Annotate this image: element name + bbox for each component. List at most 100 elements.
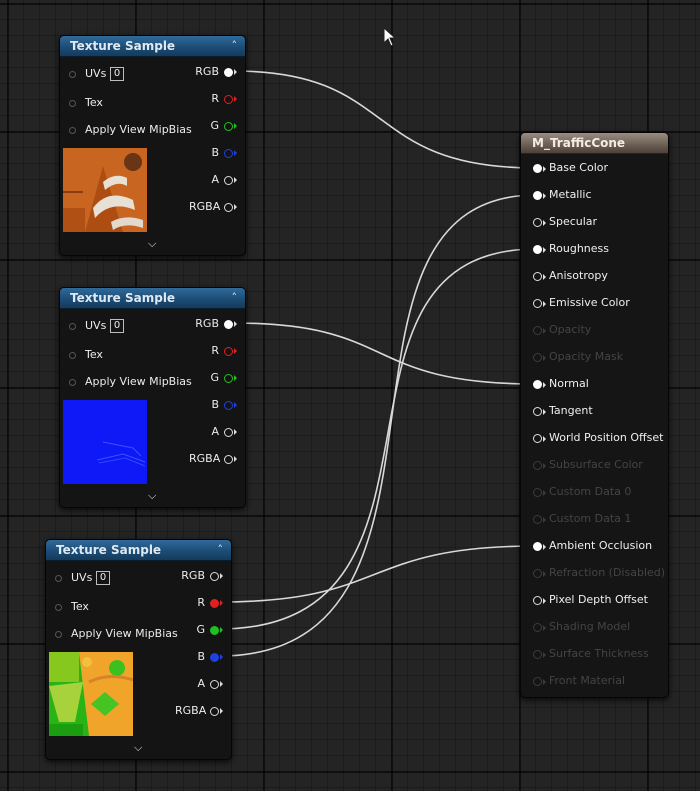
rgb-output-pin[interactable]: [224, 68, 233, 77]
collapse-caret-icon[interactable]: ˄: [232, 291, 238, 304]
node-header[interactable]: Texture Sample ˄: [46, 540, 231, 561]
rgba-output-pin[interactable]: [224, 203, 233, 212]
texture-sample-node-3[interactable]: Texture Sample ˄ UVs 0 Tex Apply View Mi…: [45, 539, 232, 760]
expand-chevron-icon[interactable]: ⌵: [134, 741, 142, 755]
g-output-pin[interactable]: [224, 122, 233, 131]
pin-arrow-icon: [543, 273, 546, 280]
texture-sample-node-2[interactable]: Texture Sample ˄ UVs 0 Tex Apply View Mi…: [59, 287, 246, 508]
collapse-caret-icon[interactable]: ˄: [218, 543, 224, 556]
g-output-label: G: [210, 119, 219, 132]
mipbias-input-pin[interactable]: [69, 379, 76, 386]
material-pin-label: Ambient Occlusion: [549, 539, 653, 552]
material-pin-2[interactable]: [533, 218, 542, 227]
material-pin-19[interactable]: [533, 677, 542, 686]
expand-chevron-icon[interactable]: ⌵: [148, 237, 156, 251]
collapse-caret-icon[interactable]: ˄: [232, 39, 238, 52]
mipbias-label: Apply View MipBias: [85, 123, 192, 136]
b-output-label: B: [197, 650, 205, 663]
material-pin-13[interactable]: [533, 515, 542, 524]
material-pin-12[interactable]: [533, 488, 542, 497]
uvs-input-pin[interactable]: [69, 71, 76, 78]
wire-basecolor[interactable]: [232, 70, 537, 169]
material-pin-5[interactable]: [533, 299, 542, 308]
material-result-node[interactable]: M_TrafficCone Base Color Metallic Specular…: [520, 132, 669, 698]
a-output-pin[interactable]: [210, 680, 219, 689]
material-pin-17[interactable]: [533, 623, 542, 632]
pin-arrow-icon: [234, 402, 237, 408]
b-output-pin[interactable]: [224, 149, 233, 158]
wire-roughness[interactable]: [218, 248, 537, 630]
rgba-output-label: RGBA: [189, 200, 221, 213]
pin-arrow-icon: [543, 651, 546, 658]
orm-texture-thumbnail: [49, 652, 133, 736]
uvs-value-field[interactable]: 0: [110, 319, 124, 333]
rgba-output-pin[interactable]: [224, 455, 233, 464]
material-pin-8[interactable]: [533, 380, 542, 389]
pin-arrow-icon: [234, 150, 237, 156]
material-pin-7[interactable]: [533, 353, 542, 362]
material-pin-label: Opacity Mask: [549, 350, 624, 363]
b-output-pin[interactable]: [210, 653, 219, 662]
material-pin-label: Emissive Color: [549, 296, 630, 309]
rgba-output-pin[interactable]: [210, 707, 219, 716]
g-output-pin[interactable]: [210, 626, 219, 635]
pin-arrow-icon: [543, 489, 546, 496]
r-output-pin[interactable]: [224, 347, 233, 356]
pin-arrow-icon: [220, 627, 223, 633]
a-output-pin[interactable]: [224, 428, 233, 437]
material-pin-label: Pixel Depth Offset: [549, 593, 648, 606]
r-output-pin[interactable]: [224, 95, 233, 104]
pin-arrow-icon: [543, 165, 546, 172]
material-pin-label: World Position Offset: [549, 431, 664, 444]
rgb-output-label: RGB: [195, 65, 219, 78]
wire-ambient-occlusion[interactable]: [218, 545, 537, 603]
material-pin-15[interactable]: [533, 569, 542, 578]
uvs-input-pin[interactable]: [69, 323, 76, 330]
pin-arrow-icon: [234, 177, 237, 183]
wire-metallic[interactable]: [218, 194, 537, 657]
rgb-output-pin[interactable]: [224, 320, 233, 329]
material-pin-1[interactable]: [533, 191, 542, 200]
pin-arrow-icon: [543, 300, 546, 307]
pin-arrow-icon: [220, 600, 223, 606]
material-pin-0[interactable]: [533, 164, 542, 173]
pin-arrow-icon: [543, 678, 546, 685]
pin-arrow-icon: [220, 654, 223, 660]
texture-sample-node-1[interactable]: Texture Sample ˄ UVs 0 Tex Apply View Mi…: [59, 35, 246, 256]
material-pin-14[interactable]: [533, 542, 542, 551]
material-pin-3[interactable]: [533, 245, 542, 254]
rgb-output-pin[interactable]: [210, 572, 219, 581]
tex-label: Tex: [85, 96, 103, 109]
uvs-input-pin[interactable]: [55, 575, 62, 582]
material-pin-18[interactable]: [533, 650, 542, 659]
material-node-header[interactable]: M_TrafficCone: [521, 133, 668, 154]
node-header[interactable]: Texture Sample ˄: [60, 288, 245, 309]
material-pin-16[interactable]: [533, 596, 542, 605]
node-header[interactable]: Texture Sample ˄: [60, 36, 245, 57]
material-title: M_TrafficCone: [532, 136, 626, 150]
pin-arrow-icon: [543, 435, 546, 442]
mipbias-input-pin[interactable]: [69, 127, 76, 134]
uvs-value-field[interactable]: 0: [96, 571, 110, 585]
pin-arrow-icon: [234, 123, 237, 129]
material-pin-label: Custom Data 0: [549, 485, 632, 498]
a-output-pin[interactable]: [224, 176, 233, 185]
material-pin-11[interactable]: [533, 461, 542, 470]
expand-chevron-icon[interactable]: ⌵: [148, 489, 156, 503]
tex-input-pin[interactable]: [55, 604, 62, 611]
material-pin-4[interactable]: [533, 272, 542, 281]
material-pin-6[interactable]: [533, 326, 542, 335]
material-pin-9[interactable]: [533, 407, 542, 416]
g-output-pin[interactable]: [224, 374, 233, 383]
tex-input-pin[interactable]: [69, 352, 76, 359]
material-pin-label: Metallic: [549, 188, 592, 201]
b-output-pin[interactable]: [224, 401, 233, 410]
tex-input-pin[interactable]: [69, 100, 76, 107]
r-output-pin[interactable]: [210, 599, 219, 608]
b-output-label: B: [211, 398, 219, 411]
material-pin-10[interactable]: [533, 434, 542, 443]
material-pin-label: Shading Model: [549, 620, 631, 633]
uvs-value-field[interactable]: 0: [110, 67, 124, 81]
wire-normal[interactable]: [232, 322, 537, 385]
mipbias-input-pin[interactable]: [55, 631, 62, 638]
